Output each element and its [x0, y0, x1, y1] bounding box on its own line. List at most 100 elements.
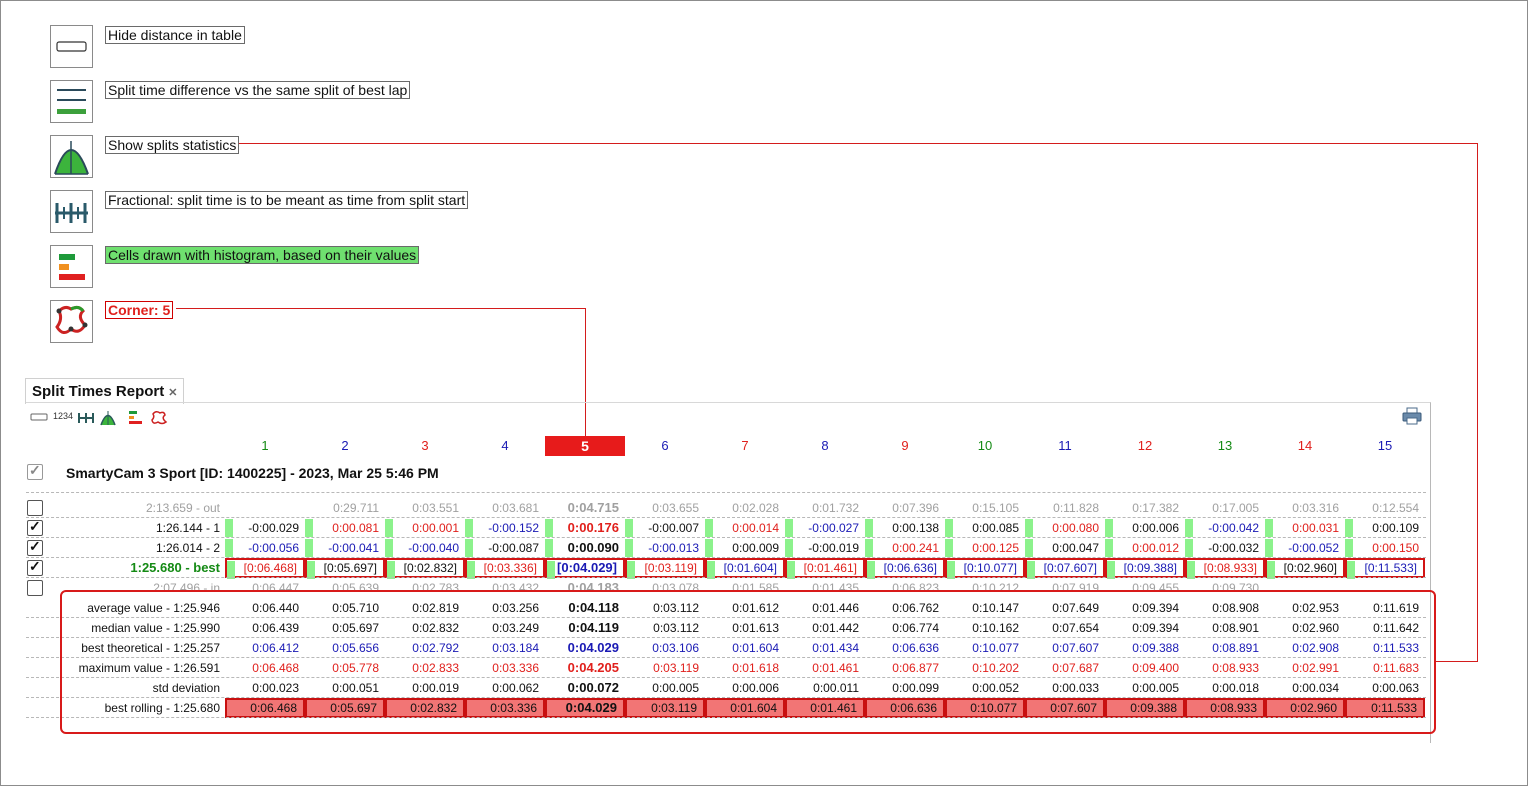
table-cell[interactable]: 0:07.396: [865, 498, 945, 518]
table-cell[interactable]: -0:00.087: [465, 538, 545, 558]
table-cell[interactable]: 0:00.138: [865, 518, 945, 538]
table-cell[interactable]: 0:03.681: [465, 498, 545, 518]
column-header-1[interactable]: 1: [225, 436, 305, 456]
table-cell[interactable]: 0:00.090: [545, 538, 625, 558]
table-cell[interactable]: [0:04.029]: [545, 558, 625, 579]
column-header-11[interactable]: 11: [1025, 436, 1105, 456]
row-divider: [26, 557, 1426, 558]
row-divider: [26, 492, 1426, 493]
table-cell[interactable]: 0:00.150: [1345, 538, 1425, 558]
column-header-8[interactable]: 8: [785, 436, 865, 456]
corner-track-icon: [50, 300, 93, 343]
table-cell[interactable]: 0:00.012: [1105, 538, 1185, 558]
table-cell[interactable]: -0:00.013: [625, 538, 705, 558]
table-cell[interactable]: 0:00.047: [1025, 538, 1105, 558]
column-header-3[interactable]: 3: [385, 436, 465, 456]
table-cell[interactable]: -0:00.056: [225, 538, 305, 558]
histogram-toolbar-icon[interactable]: [128, 410, 144, 429]
table-cell[interactable]: 0:00.241: [865, 538, 945, 558]
table-cell[interactable]: 0:17.382: [1105, 498, 1185, 518]
table-cell[interactable]: [0:07.607]: [1025, 558, 1105, 579]
legend-label: Hide distance in table: [105, 26, 245, 44]
table-cell[interactable]: 0:12.554: [1345, 498, 1425, 518]
column-header-13[interactable]: 13: [1185, 436, 1265, 456]
table-cell[interactable]: 0:04.715: [545, 498, 625, 518]
session-title: SmartyCam 3 Sport [ID: 1400225] - 2023, …: [66, 465, 439, 481]
table-cell[interactable]: 0:00.031: [1265, 518, 1345, 538]
table-cell[interactable]: [0:02.832]: [385, 558, 465, 579]
session-checkbox[interactable]: ✓: [27, 462, 43, 480]
table-cell[interactable]: 0:00.014: [705, 518, 785, 538]
table-cell[interactable]: [0:01.461]: [785, 558, 865, 579]
table-cell[interactable]: -0:00.041: [305, 538, 385, 558]
table-cell[interactable]: [0:05.697]: [305, 558, 385, 579]
table-cell[interactable]: -0:00.042: [1185, 518, 1265, 538]
table-cell[interactable]: 0:00.006: [1105, 518, 1185, 538]
table-cell[interactable]: 0:00.001: [385, 518, 465, 538]
column-header-15[interactable]: 15: [1345, 436, 1425, 456]
table-cell[interactable]: 0:00.085: [945, 518, 1025, 538]
column-header-7[interactable]: 7: [705, 436, 785, 456]
table-cell[interactable]: -0:00.040: [385, 538, 465, 558]
table-cell[interactable]: [0:11.533]: [1345, 558, 1425, 579]
column-header-4[interactable]: 4: [465, 436, 545, 456]
table-cell[interactable]: 0:03.551: [385, 498, 465, 518]
table-cell[interactable]: 0:17.005: [1185, 498, 1265, 518]
table-cell[interactable]: 0:11.828: [1025, 498, 1105, 518]
column-header-9[interactable]: 9: [865, 436, 945, 456]
table-cell[interactable]: [0:03.336]: [465, 558, 545, 579]
table-cell[interactable]: 0:03.316: [1265, 498, 1345, 518]
legend-label: Split time difference vs the same split …: [105, 81, 411, 99]
table-cell[interactable]: 0:01.732: [785, 498, 865, 518]
tab-title: Split Times Report: [32, 383, 165, 400]
table-cell[interactable]: [0:10.077]: [945, 558, 1025, 579]
fractional-toolbar-icon[interactable]: [77, 410, 95, 429]
table-cell[interactable]: 0:00.109: [1345, 518, 1425, 538]
table-cell[interactable]: [0:08.933]: [1185, 558, 1265, 579]
table-cell[interactable]: 0:29.711: [305, 498, 385, 518]
corner-toolbar-icon[interactable]: [150, 410, 168, 431]
column-header-2[interactable]: 2: [305, 436, 385, 456]
legend-label: Cells drawn with histogram, based on the…: [105, 246, 420, 264]
print-icon[interactable]: [1402, 407, 1422, 430]
table-cell[interactable]: -0:00.007: [625, 518, 705, 538]
close-icon[interactable]: ✕: [168, 387, 177, 399]
column-header-10[interactable]: 10: [945, 436, 1025, 456]
legend-label: Corner: 5: [105, 301, 174, 319]
table-cell[interactable]: -0:00.152: [465, 518, 545, 538]
table-cell[interactable]: [0:09.388]: [1105, 558, 1185, 579]
table-cell[interactable]: [225, 498, 305, 518]
histogram-icon: [50, 245, 93, 288]
callout-corner-h: [176, 308, 586, 309]
table-cell[interactable]: 0:00.080: [1025, 518, 1105, 538]
column-header-6[interactable]: 6: [625, 436, 705, 456]
table-cell[interactable]: [0:02.960]: [1265, 558, 1345, 579]
table-cell[interactable]: 0:00.081: [305, 518, 385, 538]
table-cell[interactable]: 0:00.125: [945, 538, 1025, 558]
tab-split-times-report[interactable]: Split Times Report ✕: [25, 378, 185, 404]
table-cell[interactable]: 0:00.176: [545, 518, 625, 538]
lap-label: 1:25.680 - best: [130, 560, 220, 575]
table-cell[interactable]: -0:00.032: [1185, 538, 1265, 558]
table-cell[interactable]: -0:00.029: [225, 518, 305, 538]
table-cell[interactable]: 0:15.105: [945, 498, 1025, 518]
legend-label: Show splits statistics: [105, 136, 240, 154]
table-cell[interactable]: -0:00.019: [785, 538, 865, 558]
lap-label: 1:26.144 - 1: [155, 521, 220, 535]
table-cell[interactable]: 0:03.655: [625, 498, 705, 518]
table-cell[interactable]: [0:01.604]: [705, 558, 785, 579]
table-cell[interactable]: [0:06.636]: [865, 558, 945, 579]
number-toolbar-button[interactable]: 1234: [53, 411, 73, 421]
column-header-14[interactable]: 14: [1265, 436, 1345, 456]
table-cell[interactable]: [0:03.119]: [625, 558, 705, 579]
table-cell[interactable]: [0:06.468]: [225, 558, 305, 579]
statistics-toolbar-icon[interactable]: [99, 410, 117, 431]
column-header-12[interactable]: 12: [1105, 436, 1185, 456]
table-cell[interactable]: -0:00.052: [1265, 538, 1345, 558]
table-cell[interactable]: 0:02.028: [705, 498, 785, 518]
row-divider: [26, 517, 1426, 518]
table-cell[interactable]: 0:00.009: [705, 538, 785, 558]
column-header-5[interactable]: 5: [545, 436, 625, 456]
hide-distance-toolbar-icon[interactable]: [30, 410, 48, 428]
table-cell[interactable]: -0:00.027: [785, 518, 865, 538]
